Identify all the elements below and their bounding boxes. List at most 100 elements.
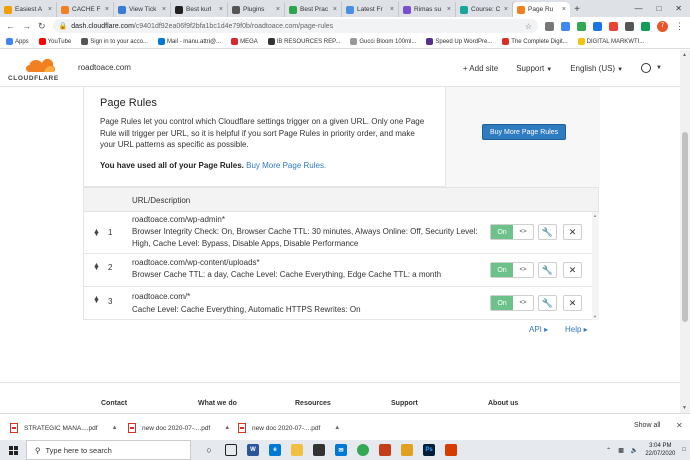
- browser-tab[interactable]: Easiest A ×: [0, 2, 57, 17]
- cloudflare-logo[interactable]: CLOUDFLARE: [8, 56, 68, 82]
- footer-support[interactable]: Support: [391, 400, 418, 407]
- add-site-link[interactable]: + Add site: [463, 64, 498, 73]
- scroll-up-icon[interactable]: ▲: [593, 213, 597, 218]
- photoshop-icon[interactable]: Ps: [423, 444, 435, 456]
- back-arrow-icon[interactable]: ←: [6, 21, 15, 31]
- scroll-up-icon[interactable]: ▲: [682, 52, 687, 58]
- extension-icon[interactable]: [593, 21, 602, 31]
- app-icon[interactable]: [445, 444, 457, 456]
- page-scrollbar[interactable]: ▲ ▼: [680, 50, 690, 413]
- system-clock[interactable]: 3:04 PM 22/07/2020: [645, 442, 675, 458]
- help-link[interactable]: Help ▸: [565, 325, 588, 334]
- task-view-icon[interactable]: ○: [203, 444, 215, 456]
- media-app-icon[interactable]: [379, 444, 391, 456]
- close-icon[interactable]: ✕: [676, 421, 683, 430]
- table-scrollbar[interactable]: ▲ ▼: [592, 212, 599, 320]
- footer-about-us[interactable]: About us: [488, 400, 518, 407]
- browser-tab[interactable]: Best kurl ×: [171, 2, 228, 17]
- buy-more-page-rules-button[interactable]: Buy More Page Rules: [482, 124, 567, 140]
- close-tab-icon[interactable]: ×: [504, 6, 508, 13]
- rule-toggle[interactable]: On <>: [490, 224, 534, 240]
- bookmark-item[interactable]: DIGITAL MARKWTI...: [577, 38, 644, 45]
- browser-tab[interactable]: View Tick ×: [114, 2, 171, 17]
- close-tab-icon[interactable]: ×: [390, 6, 394, 13]
- close-tab-icon[interactable]: ×: [219, 6, 223, 13]
- footer-what-we-do[interactable]: What we do: [198, 400, 237, 407]
- rule-toggle[interactable]: On <>: [490, 262, 534, 278]
- bookmark-item[interactable]: MEGA: [231, 38, 258, 45]
- maximize-icon[interactable]: □: [656, 4, 661, 13]
- bookmark-item[interactable]: The Complete Digit...: [502, 38, 568, 45]
- bookmark-star-icon[interactable]: ☆: [525, 22, 532, 31]
- extension-icon[interactable]: [577, 21, 586, 31]
- extension-icon[interactable]: [641, 21, 650, 31]
- minimize-icon[interactable]: —: [634, 4, 642, 13]
- chevron-up-icon[interactable]: ⌃: [606, 447, 611, 454]
- word-app-icon[interactable]: W: [247, 444, 259, 456]
- footer-resources[interactable]: Resources: [295, 400, 331, 407]
- api-link[interactable]: API ▸: [529, 325, 548, 334]
- language-menu[interactable]: English (US) ▼: [570, 64, 623, 73]
- account-menu[interactable]: ▼: [641, 63, 662, 73]
- drag-handle-icon[interactable]: ▲ ▼: [93, 262, 100, 276]
- show-all-downloads[interactable]: Show all: [634, 422, 660, 429]
- rule-toggle[interactable]: On <>: [490, 295, 534, 311]
- support-menu[interactable]: Support ▼: [516, 64, 552, 73]
- close-tab-icon[interactable]: ×: [447, 6, 451, 13]
- buy-more-link[interactable]: Buy More Page Rules.: [246, 161, 326, 170]
- profile-avatar[interactable]: 7: [657, 20, 668, 32]
- delete-rule-button[interactable]: ✕: [563, 295, 582, 311]
- browser-tab[interactable]: Best Prac ×: [285, 2, 342, 17]
- chevron-up-icon[interactable]: ▲: [112, 425, 118, 431]
- bookmark-item[interactable]: Sign in to your acco...: [81, 38, 148, 45]
- extension-icon[interactable]: [609, 21, 618, 31]
- download-item[interactable]: new doc 2020-07-....pdf ▲: [128, 421, 230, 435]
- notification-icon[interactable]: □: [682, 447, 686, 453]
- close-tab-icon[interactable]: ×: [333, 6, 337, 13]
- bookmark-item[interactable]: Mail - manu.attri@...: [157, 38, 221, 45]
- taskbar-search[interactable]: ⚲ Type here to search: [26, 440, 191, 460]
- extension-icon[interactable]: [545, 21, 554, 31]
- scroll-down-icon[interactable]: ▼: [682, 405, 687, 411]
- delete-rule-button[interactable]: ✕: [563, 262, 582, 278]
- download-item[interactable]: STRATEGIC MANA....pdf ▲: [10, 421, 118, 435]
- site-domain[interactable]: roadtoace.com: [78, 63, 131, 72]
- delete-rule-button[interactable]: ✕: [563, 224, 582, 240]
- url-input[interactable]: 🔒 dash.cloudflare.com/c9401df92ea06f9f2b…: [52, 19, 538, 33]
- edit-rule-button[interactable]: 🔧: [538, 224, 557, 240]
- close-tab-icon[interactable]: ×: [162, 6, 166, 13]
- browser-tab[interactable]: Rimas su ×: [399, 2, 456, 17]
- extension-icon[interactable]: [561, 21, 570, 31]
- mail-icon[interactable]: ✉: [335, 444, 347, 456]
- edit-rule-button[interactable]: 🔧: [538, 295, 557, 311]
- bookmark-item[interactable]: Speed Up WordPre...: [426, 38, 492, 45]
- drag-handle-icon[interactable]: ▲ ▼: [93, 295, 100, 309]
- store-icon[interactable]: [313, 444, 325, 456]
- reload-icon[interactable]: ↻: [38, 21, 46, 32]
- drag-handle-icon[interactable]: ▲ ▼: [93, 228, 100, 242]
- file-explorer-icon[interactable]: [291, 444, 303, 456]
- scrollbar-thumb[interactable]: [682, 132, 688, 322]
- browser-tab[interactable]: Plugins ×: [228, 2, 285, 17]
- extension-icon[interactable]: [625, 21, 634, 31]
- bookmark-item[interactable]: IB RESOURCES REP...: [267, 38, 340, 45]
- chevron-up-icon[interactable]: ▲: [224, 425, 230, 431]
- volume-icon[interactable]: 🔈: [631, 447, 638, 454]
- browser-tab[interactable]: Course: C ×: [456, 2, 513, 17]
- bookmark-item[interactable]: Apps: [6, 38, 29, 45]
- edit-rule-button[interactable]: 🔧: [538, 262, 557, 278]
- download-item[interactable]: new doc 2020-07-....pdf ▲: [238, 421, 340, 435]
- browser-tab[interactable]: CACHE F ×: [57, 2, 114, 17]
- chevron-up-icon[interactable]: ▲: [334, 425, 340, 431]
- footer-contact[interactable]: Contact: [101, 400, 127, 407]
- browser-tab[interactable]: Latest Fr ×: [342, 2, 399, 17]
- scroll-down-icon[interactable]: ▼: [593, 314, 597, 319]
- close-tab-icon[interactable]: ×: [48, 6, 52, 13]
- network-icon[interactable]: ▩: [618, 447, 624, 454]
- menu-dots-icon[interactable]: ⋮: [675, 21, 684, 32]
- chrome-icon[interactable]: [357, 444, 369, 456]
- close-tab-icon[interactable]: ×: [105, 6, 109, 13]
- browser-tab[interactable]: Page Ru ×: [513, 2, 570, 17]
- close-tab-icon[interactable]: ×: [276, 6, 280, 13]
- bookmark-item[interactable]: YouTube: [38, 38, 71, 45]
